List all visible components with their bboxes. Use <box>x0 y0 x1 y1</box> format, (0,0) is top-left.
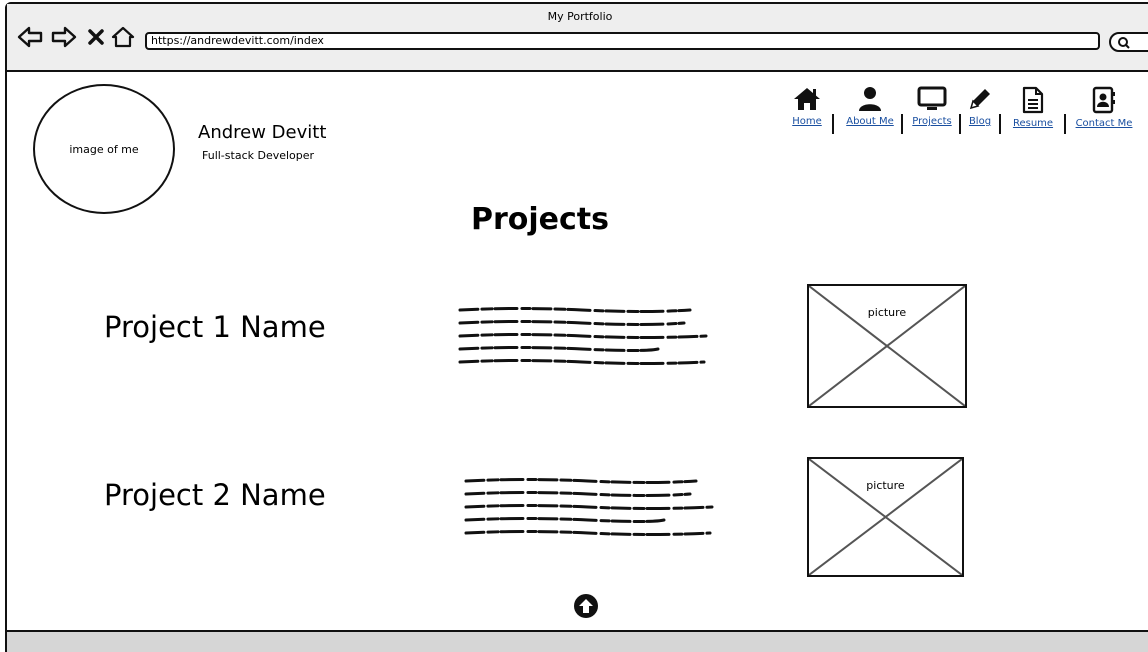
nav-item-resume[interactable]: Resume <box>1007 86 1059 136</box>
picture-label: picture <box>867 306 907 319</box>
nav-item-projects[interactable]: Projects <box>907 86 957 136</box>
back-arrow-icon[interactable] <box>17 26 43 52</box>
avatar: image of me <box>33 84 175 214</box>
site-owner-name: Andrew Devitt <box>198 122 327 143</box>
nav-divider <box>1064 114 1066 134</box>
nav-link-contact-me[interactable]: Contact Me <box>1071 118 1137 129</box>
browser-status-bar <box>7 630 1148 652</box>
image-placeholder-icon <box>809 286 965 406</box>
search-field[interactable] <box>1109 32 1148 52</box>
nav-link-resume[interactable]: Resume <box>1007 118 1059 129</box>
home-outline-icon[interactable] <box>111 26 135 52</box>
user-icon <box>859 87 881 111</box>
page-title: Projects <box>470 202 609 237</box>
nav-divider <box>832 114 834 134</box>
browser-toolbar: My Portfolio https://andrewdevitt.com/in… <box>7 4 1148 72</box>
nav-item-about-me[interactable]: About Me <box>841 86 899 136</box>
project-1-description-placeholder <box>458 307 708 365</box>
project-1-name: Project 1 Name <box>104 310 326 344</box>
search-icon <box>1118 37 1130 49</box>
nav-link-projects[interactable]: Projects <box>907 116 957 127</box>
site-owner-role: Full-stack Developer <box>202 149 315 162</box>
avatar-label: image of me <box>69 142 139 156</box>
arrow-up-circle-icon[interactable] <box>572 592 600 624</box>
nav-item-blog[interactable]: Blog <box>963 86 997 136</box>
project-1-picture: picture <box>807 284 967 408</box>
picture-label: picture <box>866 479 905 492</box>
nav-divider <box>901 114 903 134</box>
close-icon[interactable] <box>87 28 105 50</box>
nav-link-home[interactable]: Home <box>785 116 829 127</box>
forward-arrow-icon[interactable] <box>51 26 77 52</box>
nav-link-about-me[interactable]: About Me <box>841 116 899 127</box>
nav-item-home[interactable]: Home <box>785 86 829 136</box>
pencil-icon <box>969 89 990 110</box>
nav-item-contact-me[interactable]: Contact Me <box>1071 86 1137 136</box>
monitor-icon <box>917 86 947 110</box>
window-title: My Portfolio <box>547 10 613 23</box>
nav-link-blog[interactable]: Blog <box>963 116 997 127</box>
document-icon <box>1022 86 1044 114</box>
project-2-name: Project 2 Name <box>104 478 326 512</box>
image-placeholder-icon <box>809 459 962 575</box>
nav-divider <box>959 114 961 134</box>
project-2-picture: picture <box>807 457 964 577</box>
address-book-icon <box>1092 86 1115 114</box>
home-icon <box>794 88 820 110</box>
nav-divider <box>999 114 1001 134</box>
project-2-description-placeholder <box>464 478 714 536</box>
url-input[interactable]: https://andrewdevitt.com/index <box>145 32 1100 50</box>
